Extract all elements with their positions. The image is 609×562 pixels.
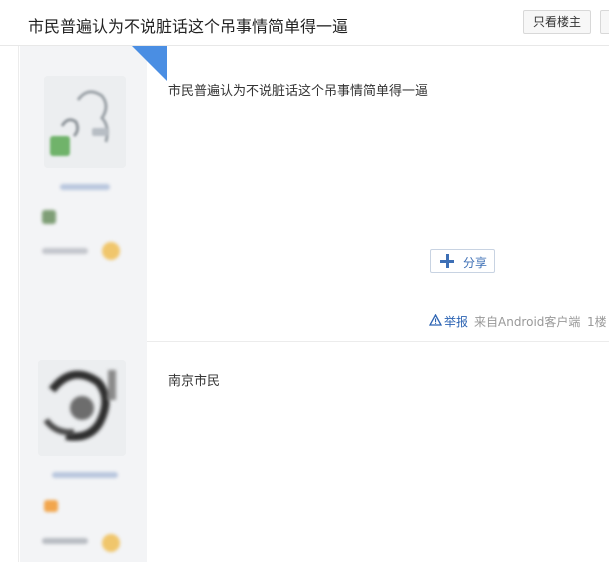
header-next-button[interactable] (600, 10, 609, 34)
warning-triangle-icon (429, 314, 442, 326)
avatar[interactable] (44, 76, 126, 168)
only-op-button[interactable]: 只看楼主 (523, 10, 591, 34)
coin-icon (102, 242, 120, 260)
badge-name-placeholder (42, 248, 88, 254)
plus-icon (439, 253, 455, 269)
author-name-placeholder[interactable] (60, 184, 110, 190)
avatar-image (38, 360, 126, 456)
column-divider (18, 46, 19, 562)
share-button[interactable]: 分享 (430, 249, 495, 273)
badge-name-placeholder (42, 538, 88, 544)
level-badge (42, 210, 56, 224)
post-separator (147, 341, 609, 342)
avatar[interactable] (38, 360, 126, 456)
thread-header: 市民普遍认为不说脏话这个吊事情简单得一逼 只看楼主 (0, 0, 609, 46)
op-corner-badge (132, 46, 167, 81)
client-source: 来自Android客户端 (474, 315, 581, 329)
post-content: 市民普遍认为不说脏话这个吊事情简单得一逼 (168, 84, 429, 99)
thread-title: 市民普遍认为不说脏话这个吊事情简单得一逼 (28, 17, 349, 36)
post-content: 南京市民 (168, 374, 221, 389)
level-badge (44, 500, 58, 512)
author-name-placeholder[interactable] (52, 472, 118, 478)
floor-number: 1楼 (587, 315, 607, 329)
report-link[interactable]: 举报 (444, 313, 468, 330)
avatar-image (44, 76, 126, 168)
share-label: 分享 (463, 256, 488, 270)
coin-icon (102, 534, 120, 552)
author-column (20, 46, 167, 562)
